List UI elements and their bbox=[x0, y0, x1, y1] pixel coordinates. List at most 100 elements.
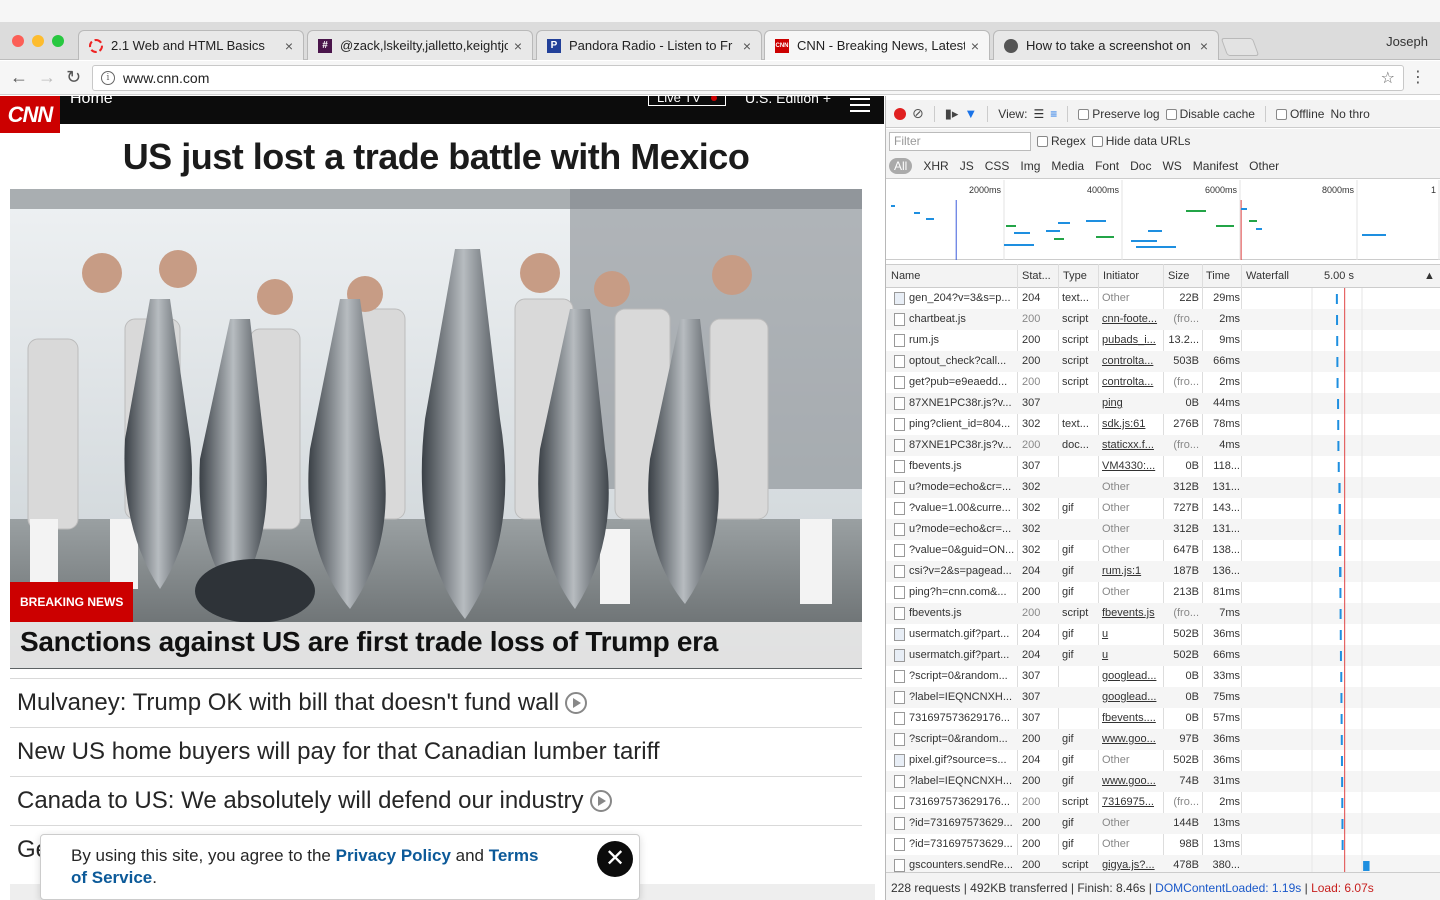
sort-up-icon[interactable]: ▲ bbox=[1424, 270, 1435, 282]
hamburger-menu-icon[interactable] bbox=[850, 98, 870, 116]
type-filter-doc[interactable]: Doc bbox=[1130, 159, 1151, 173]
overview-tick-label: 2000ms bbox=[969, 185, 1002, 195]
waterfall-bar bbox=[1340, 756, 1343, 766]
waterfall-bar bbox=[1339, 609, 1342, 619]
col-type[interactable]: Type bbox=[1063, 270, 1087, 282]
story-link[interactable]: New US home buyers will pay for that Can… bbox=[10, 727, 862, 776]
hide-data-urls-checkbox[interactable]: Hide data URLs bbox=[1091, 134, 1190, 148]
cell-name: usermatch.gif?part... bbox=[909, 628, 1010, 640]
cell-status: 200 bbox=[1022, 817, 1041, 829]
tab-4[interactable]: How to take a screenshot on y × bbox=[993, 30, 1219, 60]
window-controls bbox=[12, 35, 64, 47]
waterfall-bar bbox=[1339, 630, 1342, 640]
cell-time: 29ms bbox=[1213, 292, 1240, 304]
close-icon[interactable]: ✕ bbox=[597, 841, 633, 877]
tab-1[interactable]: # @zack,lskeilty,jalletto,keightjo × bbox=[307, 30, 533, 60]
minimize-window-button[interactable] bbox=[32, 35, 44, 47]
preserve-log-checkbox[interactable]: Preserve log bbox=[1078, 107, 1160, 121]
network-overview-timeline[interactable]: 2000ms 4000ms 6000ms 8000ms 1 bbox=[886, 180, 1440, 260]
col-size[interactable]: Size bbox=[1168, 270, 1189, 282]
cell-size: 0B bbox=[1185, 460, 1199, 472]
back-arrow-icon[interactable]: ← bbox=[10, 67, 28, 88]
info-icon[interactable]: i bbox=[101, 71, 115, 85]
cell-initiator: ping bbox=[1102, 397, 1123, 409]
throttle-select[interactable]: No thro bbox=[1330, 107, 1369, 121]
privacy-policy-link[interactable]: Privacy Policy bbox=[336, 846, 451, 865]
camera-icon[interactable]: ▮▸ bbox=[945, 106, 959, 122]
cell-status: 200 bbox=[1022, 355, 1041, 367]
nav-home-link[interactable]: Home bbox=[70, 96, 113, 108]
bookmark-star-icon[interactable]: ☆ bbox=[1381, 68, 1395, 88]
cnn-logo[interactable]: CNN bbox=[0, 96, 60, 133]
type-filter-ws[interactable]: WS bbox=[1162, 159, 1181, 173]
col-name[interactable]: Name bbox=[891, 270, 920, 282]
cell-name: pixel.gif?source=s... bbox=[909, 754, 1007, 766]
type-filter-other[interactable]: Other bbox=[1249, 159, 1279, 173]
cell-time: 136... bbox=[1212, 565, 1240, 577]
file-icon bbox=[894, 607, 905, 620]
offline-checkbox[interactable]: Offline bbox=[1275, 106, 1325, 121]
col-waterfall[interactable]: Waterfall bbox=[1246, 270, 1289, 282]
summary-main: 228 requests | 492KB transferred | Finis… bbox=[891, 881, 1156, 895]
edition-selector[interactable]: U.S. Edition + bbox=[745, 96, 831, 106]
address-bar[interactable]: i www.cnn.com ☆ bbox=[92, 65, 1404, 91]
col-initiator[interactable]: Initiator bbox=[1103, 270, 1139, 282]
cell-time: 36ms bbox=[1213, 754, 1240, 766]
type-filter-js[interactable]: JS bbox=[960, 159, 974, 173]
breaking-subhead-link[interactable]: Sanctions against US are first trade los… bbox=[10, 622, 862, 668]
type-filter-img[interactable]: Img bbox=[1020, 159, 1040, 173]
waterfall-view-icon[interactable]: ≡ bbox=[1050, 107, 1057, 121]
reload-icon[interactable]: ↻ bbox=[66, 67, 81, 88]
tab-close-icon[interactable]: × bbox=[743, 38, 751, 54]
browser-menu-icon[interactable]: ⋮ bbox=[1410, 67, 1426, 87]
close-window-button[interactable] bbox=[12, 35, 24, 47]
type-filter-css[interactable]: CSS bbox=[985, 159, 1010, 173]
forward-arrow-icon[interactable]: → bbox=[38, 67, 56, 88]
story-link[interactable]: Mulvaney: Trump OK with bill that doesn'… bbox=[10, 678, 862, 727]
tab-title: How to take a screenshot on y bbox=[1026, 38, 1194, 53]
cell-type: script bbox=[1062, 796, 1089, 808]
cell-size: 0B bbox=[1185, 670, 1199, 682]
profile-name[interactable]: Joseph bbox=[1386, 34, 1428, 49]
type-filter-bar: All XHR JS CSS Img Media Font Doc WS Manifest Othe… bbox=[886, 153, 1440, 179]
cell-type: script bbox=[1062, 355, 1089, 367]
cookie-text-mid: and bbox=[450, 846, 489, 865]
hero-image[interactable] bbox=[10, 189, 862, 669]
load-time: Load: 6.07s bbox=[1311, 881, 1374, 895]
offline-label: Offline bbox=[1289, 106, 1325, 121]
tab-2[interactable]: P Pandora Radio - Listen to Fr × bbox=[536, 30, 762, 60]
cell-size: 0B bbox=[1185, 712, 1199, 724]
cell-time: 13ms bbox=[1213, 817, 1240, 829]
record-icon[interactable] bbox=[894, 107, 906, 120]
clear-icon[interactable]: ⊘ bbox=[912, 105, 924, 122]
type-filter-media[interactable]: Media bbox=[1051, 159, 1084, 173]
type-filter-xhr[interactable]: XHR bbox=[923, 159, 948, 173]
tab-bar: 2.1 Web and HTML Basics × # @zack,lskeilty,… bbox=[0, 22, 1440, 60]
tab-0[interactable]: 2.1 Web and HTML Basics × bbox=[78, 30, 304, 60]
story-link[interactable]: Canada to US: We absolutely will defend … bbox=[10, 776, 862, 825]
tab-close-icon[interactable]: × bbox=[1200, 38, 1208, 54]
cell-type: script bbox=[1062, 334, 1089, 346]
main-headline[interactable]: US just lost a trade battle with Mexico bbox=[10, 136, 862, 178]
zoom-window-button[interactable] bbox=[52, 35, 64, 47]
new-tab-button[interactable] bbox=[1220, 38, 1260, 56]
tab-close-icon[interactable]: × bbox=[285, 38, 293, 54]
filter-input[interactable]: Filter bbox=[889, 131, 1031, 151]
type-filter-all[interactable]: All bbox=[889, 157, 913, 174]
tab-close-icon[interactable]: × bbox=[514, 38, 522, 54]
disable-cache-checkbox[interactable]: Disable cache bbox=[1165, 107, 1255, 121]
cell-size: (fro... bbox=[1173, 439, 1199, 451]
waterfall-bar bbox=[1339, 651, 1342, 661]
col-time[interactable]: Time bbox=[1206, 270, 1230, 282]
cell-initiator: u bbox=[1102, 628, 1109, 640]
overview-activity-bar bbox=[1148, 230, 1162, 232]
type-filter-font[interactable]: Font bbox=[1095, 159, 1119, 173]
tab-close-icon[interactable]: × bbox=[971, 38, 979, 54]
list-view-icon[interactable]: ☰ bbox=[1033, 107, 1044, 121]
regex-checkbox[interactable]: Regex bbox=[1037, 134, 1086, 148]
col-status[interactable]: Stat... bbox=[1022, 270, 1051, 282]
tab-3[interactable]: CNN CNN - Breaking News, Latest N × bbox=[764, 30, 990, 60]
filter-funnel-icon[interactable]: ▼ bbox=[964, 106, 977, 121]
type-filter-manifest[interactable]: Manifest bbox=[1193, 159, 1238, 173]
live-tv-button[interactable]: Live TV bbox=[648, 96, 726, 106]
